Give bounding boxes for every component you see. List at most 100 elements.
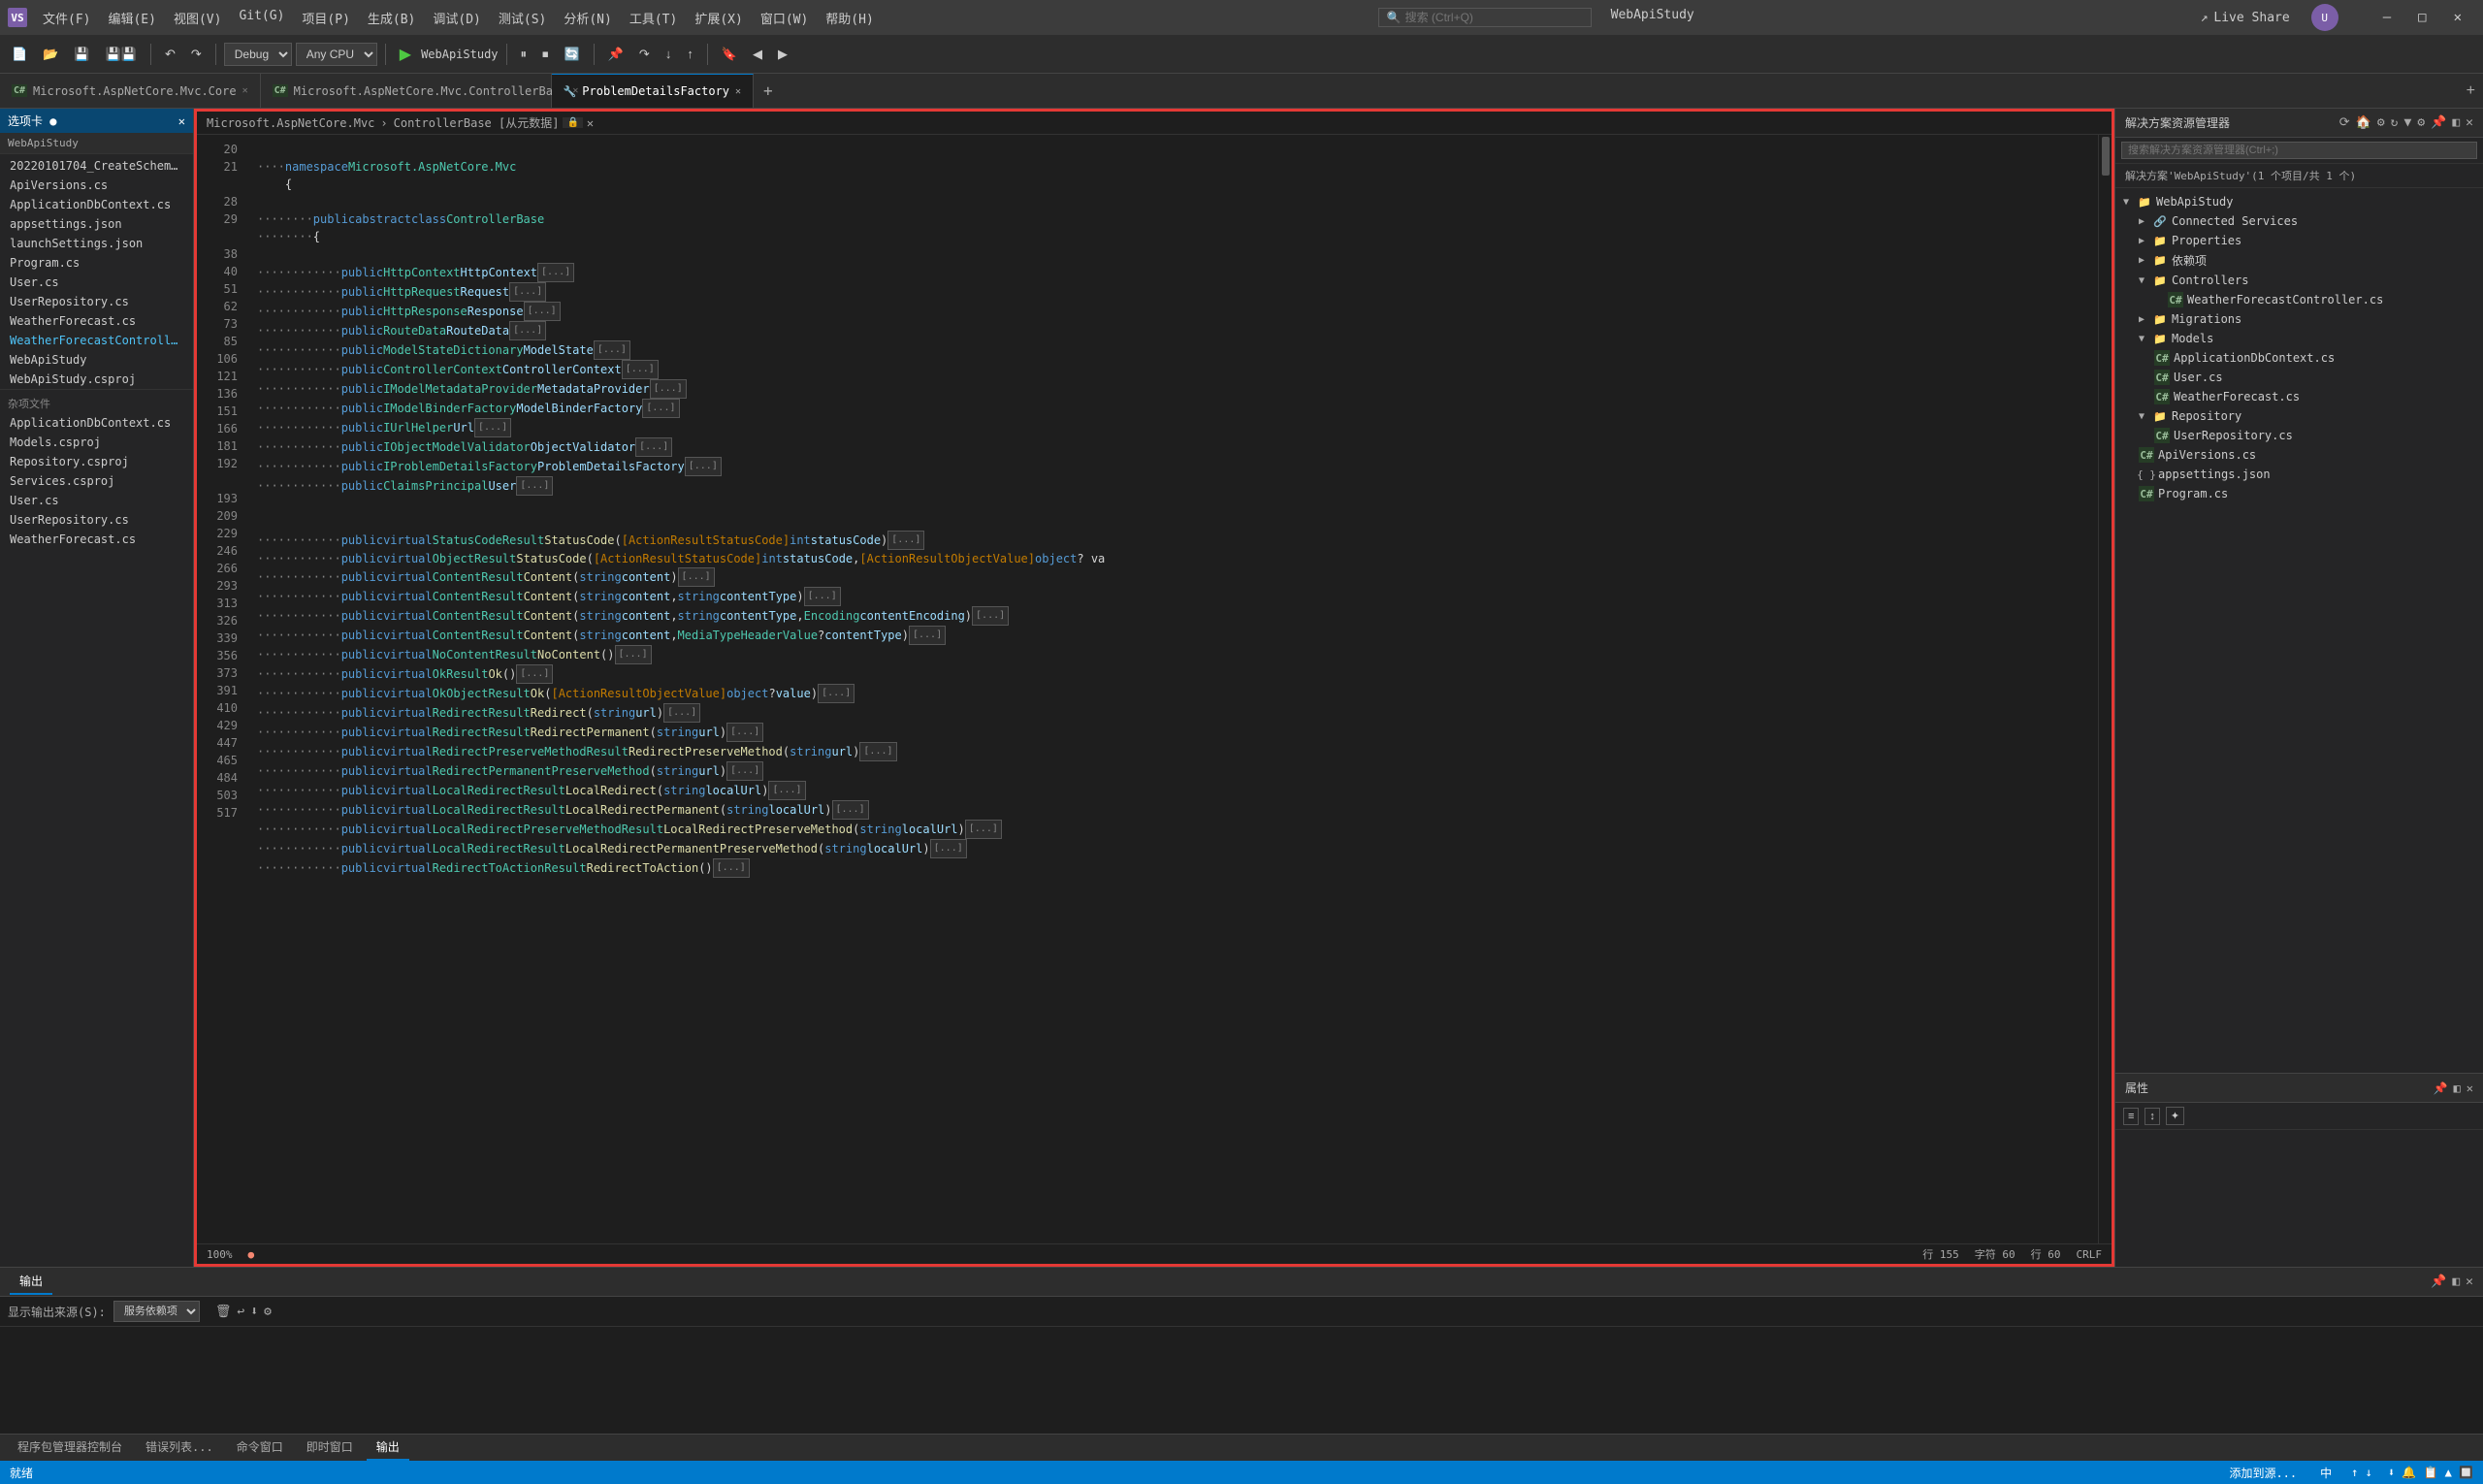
tab-error-list[interactable]: 错误列表... — [136, 1435, 223, 1461]
tab-package-manager[interactable]: 程序包管理器控制台 — [8, 1435, 132, 1461]
tree-item-appdbcontext[interactable]: C# ApplicationDbContext.cs — [2115, 348, 2483, 368]
debug-mode-select[interactable]: Debug — [224, 43, 292, 66]
sel-item-12[interactable]: ApplicationDbContext.cs — [0, 413, 193, 433]
output-tab[interactable]: 输出 — [10, 1269, 52, 1295]
output-pin[interactable]: 📌 — [2431, 1274, 2446, 1289]
cpu-select[interactable]: Any CPU — [296, 43, 377, 66]
sel-item-4[interactable]: launchSettings.json — [0, 234, 193, 253]
sel-item-2[interactable]: ApplicationDbContext.cs — [0, 195, 193, 214]
status-lang[interactable]: 中 — [2316, 1465, 2336, 1481]
tree-item-user[interactable]: C# User.cs — [2115, 368, 2483, 387]
menu-build[interactable]: 生成(B) — [360, 5, 423, 31]
menu-test[interactable]: 测试(S) — [491, 5, 554, 31]
sel-item-3[interactable]: appsettings.json — [0, 214, 193, 234]
sel-item-0[interactable]: 20220101704_CreateSchema.cs — [0, 156, 193, 176]
tree-item-weathercontroller[interactable]: C# WeatherForecastController.cs — [2115, 290, 2483, 309]
tab-command-window[interactable]: 命令窗口 — [227, 1435, 293, 1461]
sel-item-11[interactable]: WebApiStudy.csproj — [0, 370, 193, 389]
add-tab-btn[interactable]: + — [754, 81, 783, 100]
sel-item-1[interactable]: ApiVersions.cs — [0, 176, 193, 195]
menu-edit[interactable]: 编辑(E) — [100, 5, 163, 31]
pause-btn[interactable]: ⏸ — [515, 44, 533, 65]
se-filter-icon[interactable]: ⚙ — [2377, 115, 2385, 130]
code-text[interactable]: ····namespace Microsoft.AspNetCore.Mvc {… — [245, 135, 2098, 1243]
sel-item-14[interactable]: Repository.csproj — [0, 452, 193, 471]
output-source-select[interactable]: 服务依赖项 — [113, 1301, 200, 1322]
maximize-btn[interactable]: □ — [2404, 4, 2439, 31]
props-close[interactable]: ✕ — [2467, 1081, 2473, 1095]
close-tab-pd[interactable]: ✕ — [735, 86, 741, 97]
props-category-btn[interactable]: ≡ — [2123, 1108, 2139, 1125]
sel-item-7[interactable]: UserRepository.cs — [0, 292, 193, 311]
output-settings-icon[interactable]: ⚙ — [264, 1305, 272, 1319]
tab-controllerbase[interactable]: C# Microsoft.AspNetCore.Mvc.ControllerBa… — [261, 74, 552, 108]
status-add-to-source[interactable]: 添加到源... — [2225, 1465, 2301, 1481]
sel-item-6[interactable]: User.cs — [0, 273, 193, 292]
close-btn[interactable]: ✕ — [2440, 4, 2475, 31]
code-editor[interactable]: 20 21 28 29 38 40 51 62 73 85 106 121 13… — [197, 135, 2112, 1243]
next-bookmark-btn[interactable]: ▶ — [772, 44, 793, 65]
se-search-input[interactable] — [2121, 142, 2477, 159]
se-close[interactable]: ✕ — [2466, 115, 2473, 130]
search-box[interactable]: 🔍 — [1378, 8, 1592, 27]
tree-item-connected-services[interactable]: ▶ 🔗 Connected Services — [2115, 211, 2483, 231]
step-into-btn[interactable]: ↓ — [660, 44, 678, 64]
step-out-btn[interactable]: ↑ — [681, 44, 699, 64]
sel-item-17[interactable]: UserRepository.cs — [0, 510, 193, 530]
sel-item-9[interactable]: WeatherForecastController.cs* — [0, 331, 193, 350]
vertical-scrollbar[interactable] — [2098, 135, 2112, 1243]
minimize-btn[interactable]: — — [2370, 4, 2404, 31]
redo-btn[interactable]: ↷ — [185, 44, 208, 65]
output-dock[interactable]: ◧ — [2452, 1274, 2460, 1289]
sel-item-15[interactable]: Services.csproj — [0, 471, 193, 491]
stop-btn[interactable]: ⏹ — [536, 44, 555, 65]
tree-item-deps[interactable]: ▶ 📁 依赖项 — [2115, 250, 2483, 271]
sel-item-5[interactable]: Program.cs — [0, 253, 193, 273]
menu-help[interactable]: 帮助(H) — [818, 5, 881, 31]
menu-tools[interactable]: 工具(T) — [622, 5, 685, 31]
menu-git[interactable]: Git(G) — [231, 5, 292, 31]
save-all-btn[interactable]: 💾💾 — [100, 44, 143, 65]
tree-item-weatherforecast[interactable]: C# WeatherForecast.cs — [2115, 387, 2483, 406]
sel-item-18[interactable]: WeatherForecast.cs — [0, 530, 193, 549]
se-refresh-icon[interactable]: ↻ — [2391, 115, 2399, 130]
se-sync-icon[interactable]: ⟳ — [2339, 115, 2350, 130]
se-pin-icon[interactable]: 📌 — [2431, 115, 2446, 130]
tab-core[interactable]: C# Microsoft.AspNetCore.Mvc.Core ✕ — [0, 74, 261, 108]
se-home-icon[interactable]: 🏠 — [2356, 115, 2371, 130]
tab-immediate-window[interactable]: 即时窗口 — [297, 1435, 363, 1461]
selections-close[interactable]: ✕ — [178, 114, 185, 128]
sel-item-8[interactable]: WeatherForecast.cs — [0, 311, 193, 331]
se-search-bar[interactable] — [2115, 138, 2483, 164]
new-btn[interactable]: 📄 — [6, 44, 33, 65]
tree-item-repository[interactable]: ▼ 📁 Repository — [2115, 406, 2483, 426]
tree-item-properties[interactable]: ▶ 📁 Properties — [2115, 231, 2483, 250]
live-share-btn[interactable]: ↗ Live Share — [2191, 7, 2300, 29]
menu-analyze[interactable]: 分析(N) — [556, 5, 619, 31]
prev-bookmark-btn[interactable]: ◀ — [747, 44, 768, 65]
sel-item-13[interactable]: Models.csproj — [0, 433, 193, 452]
output-scroll-icon[interactable]: ⬇ — [250, 1305, 258, 1319]
run-btn[interactable]: ▶ — [394, 43, 417, 66]
props-new-btn[interactable]: ✦ — [2166, 1107, 2184, 1125]
tab-problemdetails[interactable]: 🔧 ProblemDetailsFactory ✕ — [552, 74, 754, 108]
menu-view[interactable]: 视图(V) — [166, 5, 229, 31]
tree-item-migrations[interactable]: ▶ 📁 Migrations — [2115, 309, 2483, 329]
tree-item-controllers[interactable]: ▼ 📁 Controllers — [2115, 271, 2483, 290]
tree-item-userrepo[interactable]: C# UserRepository.cs — [2115, 426, 2483, 445]
step-over-btn[interactable]: ↷ — [633, 44, 656, 65]
attach-btn[interactable]: 📌 — [602, 44, 629, 65]
save-btn[interactable]: 💾 — [68, 44, 95, 65]
se-dock-left[interactable]: ◧ — [2452, 115, 2460, 130]
tree-item-appsettings[interactable]: { } appsettings.json — [2115, 465, 2483, 484]
output-close[interactable]: ✕ — [2466, 1274, 2473, 1289]
props-sort-btn[interactable]: ↕ — [2144, 1108, 2160, 1125]
restart-btn[interactable]: 🔄 — [559, 44, 586, 65]
new-vertical-tab-btn[interactable]: + — [2459, 82, 2483, 100]
output-clear-icon[interactable]: 🗑 — [215, 1305, 232, 1319]
se-collapse-icon[interactable]: ▼ — [2404, 115, 2412, 130]
menu-extensions[interactable]: 扩展(X) — [687, 5, 750, 31]
sel-item-16[interactable]: User.cs — [0, 491, 193, 510]
menu-debug[interactable]: 调试(D) — [425, 5, 488, 31]
undo-btn[interactable]: ↶ — [159, 44, 181, 65]
